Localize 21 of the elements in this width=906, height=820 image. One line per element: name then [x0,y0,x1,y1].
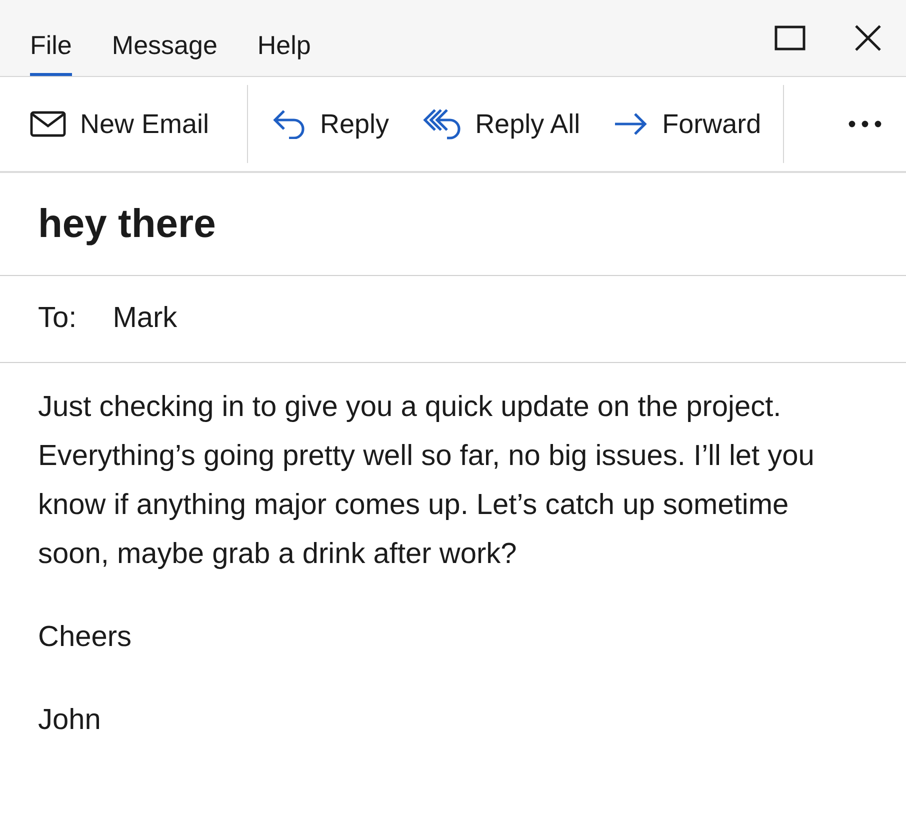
maximize-button[interactable] [774,25,806,51]
close-button[interactable] [854,24,882,52]
menu-tab[interactable]: Help [257,8,311,76]
menu-tab[interactable]: Message [112,8,218,76]
body-paragraph: John [38,703,102,738]
mail-icon [30,111,66,137]
menu-tab[interactable]: File [30,8,72,76]
email-subject: hey there [37,201,217,248]
more-icon [848,120,882,128]
more-button[interactable] [848,120,882,128]
body-paragraph: Just checking in to give you a quick update on the project. Everything’s going pretty well so far, no big issues. I’ll let you know if anything major comes up. Let’s catch up sometime soon, maybe grab a drink after work? [38,390,816,572]
reply-all-button[interactable]: Reply All [423,104,580,144]
body-paragraph: Cheers [38,620,132,655]
reply-arrow-icon [272,109,306,139]
reply-button[interactable]: Reply [272,104,390,144]
forward-arrow-icon [614,112,648,136]
recipient-name: Mark [112,301,178,336]
to-label: To: [38,301,77,336]
reply-all-arrow-icon [423,108,462,140]
new-email-button[interactable]: New Email [30,104,210,144]
forward-button[interactable]: Forward [614,104,762,144]
